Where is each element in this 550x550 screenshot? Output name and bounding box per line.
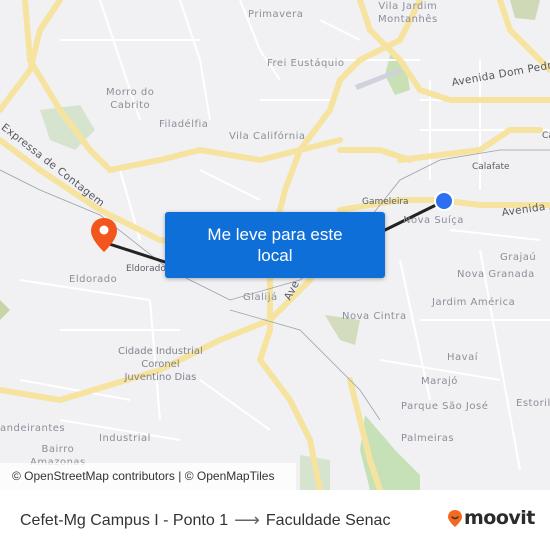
label-nova-granada: Nova Granada [457,269,535,280]
label-eldorado-station: Eldorado [126,264,166,274]
label-grajau: Grajaú [500,252,537,263]
label-gameleira: Gameleira [362,197,409,207]
destination-pin-icon[interactable] [90,218,118,252]
arrow-right-icon: ⟶ [234,510,260,530]
moovit-pin-icon [448,509,462,527]
label-parque-sao-jose: Parque São José [401,401,489,412]
label-jardim-america: Jardim América [432,297,516,308]
take-me-there-button[interactable]: Me leve para este local [165,212,385,278]
label-filadelfia: Filadélfia [159,119,209,130]
destination-name: Faculdade Senac [265,511,391,529]
footer: Cefet-Mg Campus I - Ponto 1 ⟶ Faculdade … [0,490,550,550]
origin-name: Cefet-Mg Campus I - Ponto 1 [20,511,229,529]
label-primavera: Primavera [248,9,304,20]
label-eldorado: Eldorado [69,274,118,285]
label-nova-suica: Nova Suíça [403,215,464,226]
label-glalija: Glalijá [243,292,278,303]
moovit-wordmark: moovit [464,507,535,529]
label-vila-california: Vila Califórnia [229,131,306,142]
label-nova-cintra: Nova Cintra [342,311,407,322]
label-havai: Havaí [447,352,478,363]
label-bandeirantes: andeirantes [0,423,66,434]
label-marajo: Marajó [421,376,458,387]
route-summary: Cefet-Mg Campus I - Ponto 1 ⟶ Faculdade … [20,510,390,531]
moovit-logo[interactable]: moovit [448,507,535,529]
label-calafate: Calafate [472,162,510,172]
map-attribution: © OpenStreetMap contributors | © OpenMap… [0,463,296,490]
label-industrial: Industrial [99,433,151,444]
label-vila-jardim-montanhes: Vila Jardim Montanhês [378,1,438,25]
label-frei-eustaquio: Frei Eustáquio [267,58,345,69]
label-cidade-industrial: Cidade Industrial Coronel Juventino Dias [118,346,203,383]
park-area [0,300,10,320]
map[interactable]: Primavera Vila Jardim Montanhês Frei Eus… [0,0,550,490]
label-ca: Ca [542,131,550,141]
origin-marker-icon[interactable] [434,191,454,211]
label-palmeiras: Palmeiras [401,433,455,444]
take-me-there-label: Me leve para este local [207,225,343,265]
label-estoril: Estoril [516,398,550,409]
park-area [510,0,540,20]
label-morro-do-cabrito: Morro do Cabrito [106,87,155,111]
